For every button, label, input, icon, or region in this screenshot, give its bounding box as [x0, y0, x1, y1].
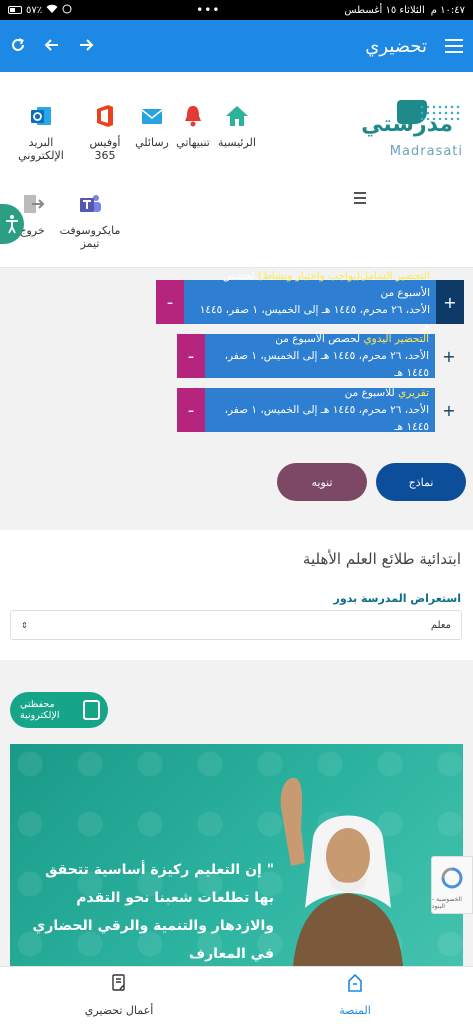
logo-text-ar: مدرستي: [361, 112, 453, 137]
bell-icon: [179, 102, 207, 130]
prep-row-comprehensive: - التحضير الشامل(بواجب واختبار ونشاط) لح…: [156, 270, 464, 333]
content-section: محفظتي الإلكترونية " إن التعليم ركيزة أس…: [0, 660, 473, 966]
prep-info: التحضير الشامل(بواجب واختبار ونشاط) لحصص…: [184, 270, 436, 333]
nav-label: الرئيسية: [218, 136, 256, 149]
e-portfolio-button[interactable]: محفظتي الإلكترونية: [10, 692, 108, 728]
collapse-button[interactable]: -: [177, 388, 205, 432]
notice-button[interactable]: تنويه: [277, 463, 367, 501]
tab-label: أعمال تحضيري: [84, 1004, 154, 1017]
recaptcha-icon: [441, 867, 463, 889]
office-icon: [91, 102, 119, 130]
nav-label: البريد الإلكتروني: [18, 136, 64, 162]
header-panel: مدرستي Madrasati الرئيسية تنبيهاتي رسائل…: [0, 72, 473, 268]
mail-icon: [138, 102, 166, 130]
recaptcha-badge[interactable]: الخصوصية - البنود: [431, 856, 473, 914]
platform-icon: [348, 973, 362, 992]
prep-title: تقريري: [398, 386, 429, 399]
nav-item-office365[interactable]: أوفيس 365: [80, 102, 130, 162]
recaptcha-label: الخصوصية - البنود: [432, 896, 462, 910]
nav-label: مايكروسوفت تيمز: [59, 224, 121, 250]
nav-item-teams[interactable]: مايكروسوفت تيمز: [56, 190, 124, 250]
prep-info: التحضير اليدوي لحصص الأسبوع من الأحد، ٢٦…: [205, 332, 435, 379]
prep-suffix: لحصص الأسبوع من: [275, 332, 364, 345]
prep-info: تقريري للأسبوع من الأحد، ٢٦ محرم، ١٤٤٥ ه…: [205, 386, 435, 433]
status-date: الثلاثاء ١٥ أغسطس: [344, 4, 425, 16]
home-icon: [223, 102, 251, 130]
tab-label: المنصة: [339, 1004, 371, 1017]
nav-label: رسائلي: [135, 136, 169, 149]
prep-suffix: للأسبوع من: [344, 386, 399, 399]
nav-item-messages[interactable]: رسائلي: [132, 102, 172, 149]
document-edit-icon: [112, 974, 125, 991]
teams-icon: [76, 190, 104, 218]
prep-range: الأحد، ٢٦ محرم، ١٤٤٥ هـ إلى الخميس، ١ صف…: [224, 349, 429, 379]
role-value: معلم: [430, 619, 451, 631]
king-portrait: [280, 777, 403, 966]
status-bar: ٥٧٪ ••• ١٠:٤٧ م الثلاثاء ١٥ أغسطس: [0, 0, 473, 20]
select-arrows-icon: ⇕: [21, 620, 28, 630]
prep-row-manual: - التحضير اليدوي لحصص الأسبوع من الأحد، …: [177, 332, 463, 379]
app-title: تحضيري: [365, 35, 427, 57]
browser-nav: [10, 34, 94, 58]
prep-range: الأحد، ٢٦ محرم، ١٤٤٥ هـ إلى الخميس، ١ صف…: [224, 403, 429, 433]
logout-icon: [18, 190, 46, 218]
status-time: ١٠:٤٧ م: [430, 4, 465, 16]
wifi-icon: [46, 4, 58, 17]
logo-text-en: Madrasati: [389, 144, 463, 159]
battery-icon: [8, 6, 22, 14]
refresh-icon[interactable]: [10, 34, 26, 58]
tab-my-prep[interactable]: أعمال تحضيري: [84, 973, 154, 1017]
portfolio-label: محفظتي الإلكترونية: [20, 699, 60, 721]
portfolio-icon: [82, 700, 100, 720]
banner-quote: " إن التعليم ركيزة أساسية تتحقق بها تطلع…: [32, 862, 274, 962]
nav-label: أوفيس 365: [89, 136, 121, 162]
expand-button[interactable]: +: [435, 334, 463, 378]
prep-title: التحضير الشامل(بواجب واختبار ونشاط): [257, 270, 430, 282]
side-menu-icon[interactable]: [354, 192, 366, 204]
prep-title: التحضير اليدوي: [363, 332, 429, 345]
battery-level: ٥٧٪: [26, 4, 43, 16]
expand-button[interactable]: +: [436, 280, 464, 324]
menu-icon[interactable]: [445, 39, 463, 53]
collapse-button[interactable]: -: [177, 334, 205, 378]
whatsapp-icon: [62, 4, 72, 17]
banner-image: " إن التعليم ركيزة أساسية تتحقق بها تطلع…: [10, 744, 463, 966]
app-bar: تحضيري: [0, 20, 473, 72]
prep-row-report: - تقريري للأسبوع من الأحد، ٢٦ محرم، ١٤٤٥…: [177, 386, 463, 433]
back-arrow-icon[interactable]: [44, 34, 60, 58]
school-name: ابتدائية طلائع العلم الأهلية: [302, 550, 461, 568]
samples-button[interactable]: نماذج: [376, 463, 466, 501]
school-section: ابتدائية طلائع العلم الأهلية استعراض الم…: [0, 530, 473, 660]
forward-arrow-icon[interactable]: [78, 34, 94, 58]
role-select[interactable]: ⇕ معلم: [10, 610, 462, 640]
nav-item-home[interactable]: الرئيسية: [216, 102, 258, 149]
prep-section: - التحضير الشامل(بواجب واختبار ونشاط) لح…: [0, 268, 473, 530]
role-label: استعراض المدرسة بدور: [333, 592, 461, 605]
bottom-nav: المنصة أعمال تحضيري: [0, 966, 473, 1024]
tab-platform[interactable]: المنصة: [330, 973, 380, 1017]
nav-label: تنبيهاتي: [176, 136, 210, 149]
collapse-button[interactable]: -: [156, 280, 184, 324]
outlook-icon: [27, 102, 55, 130]
nav-item-email[interactable]: البريد الإلكتروني: [6, 102, 76, 162]
status-left: ٥٧٪: [8, 4, 72, 17]
expand-button[interactable]: +: [435, 388, 463, 432]
status-dots: •••: [196, 3, 221, 17]
nav-item-notifications[interactable]: تنبيهاتي: [172, 102, 214, 149]
